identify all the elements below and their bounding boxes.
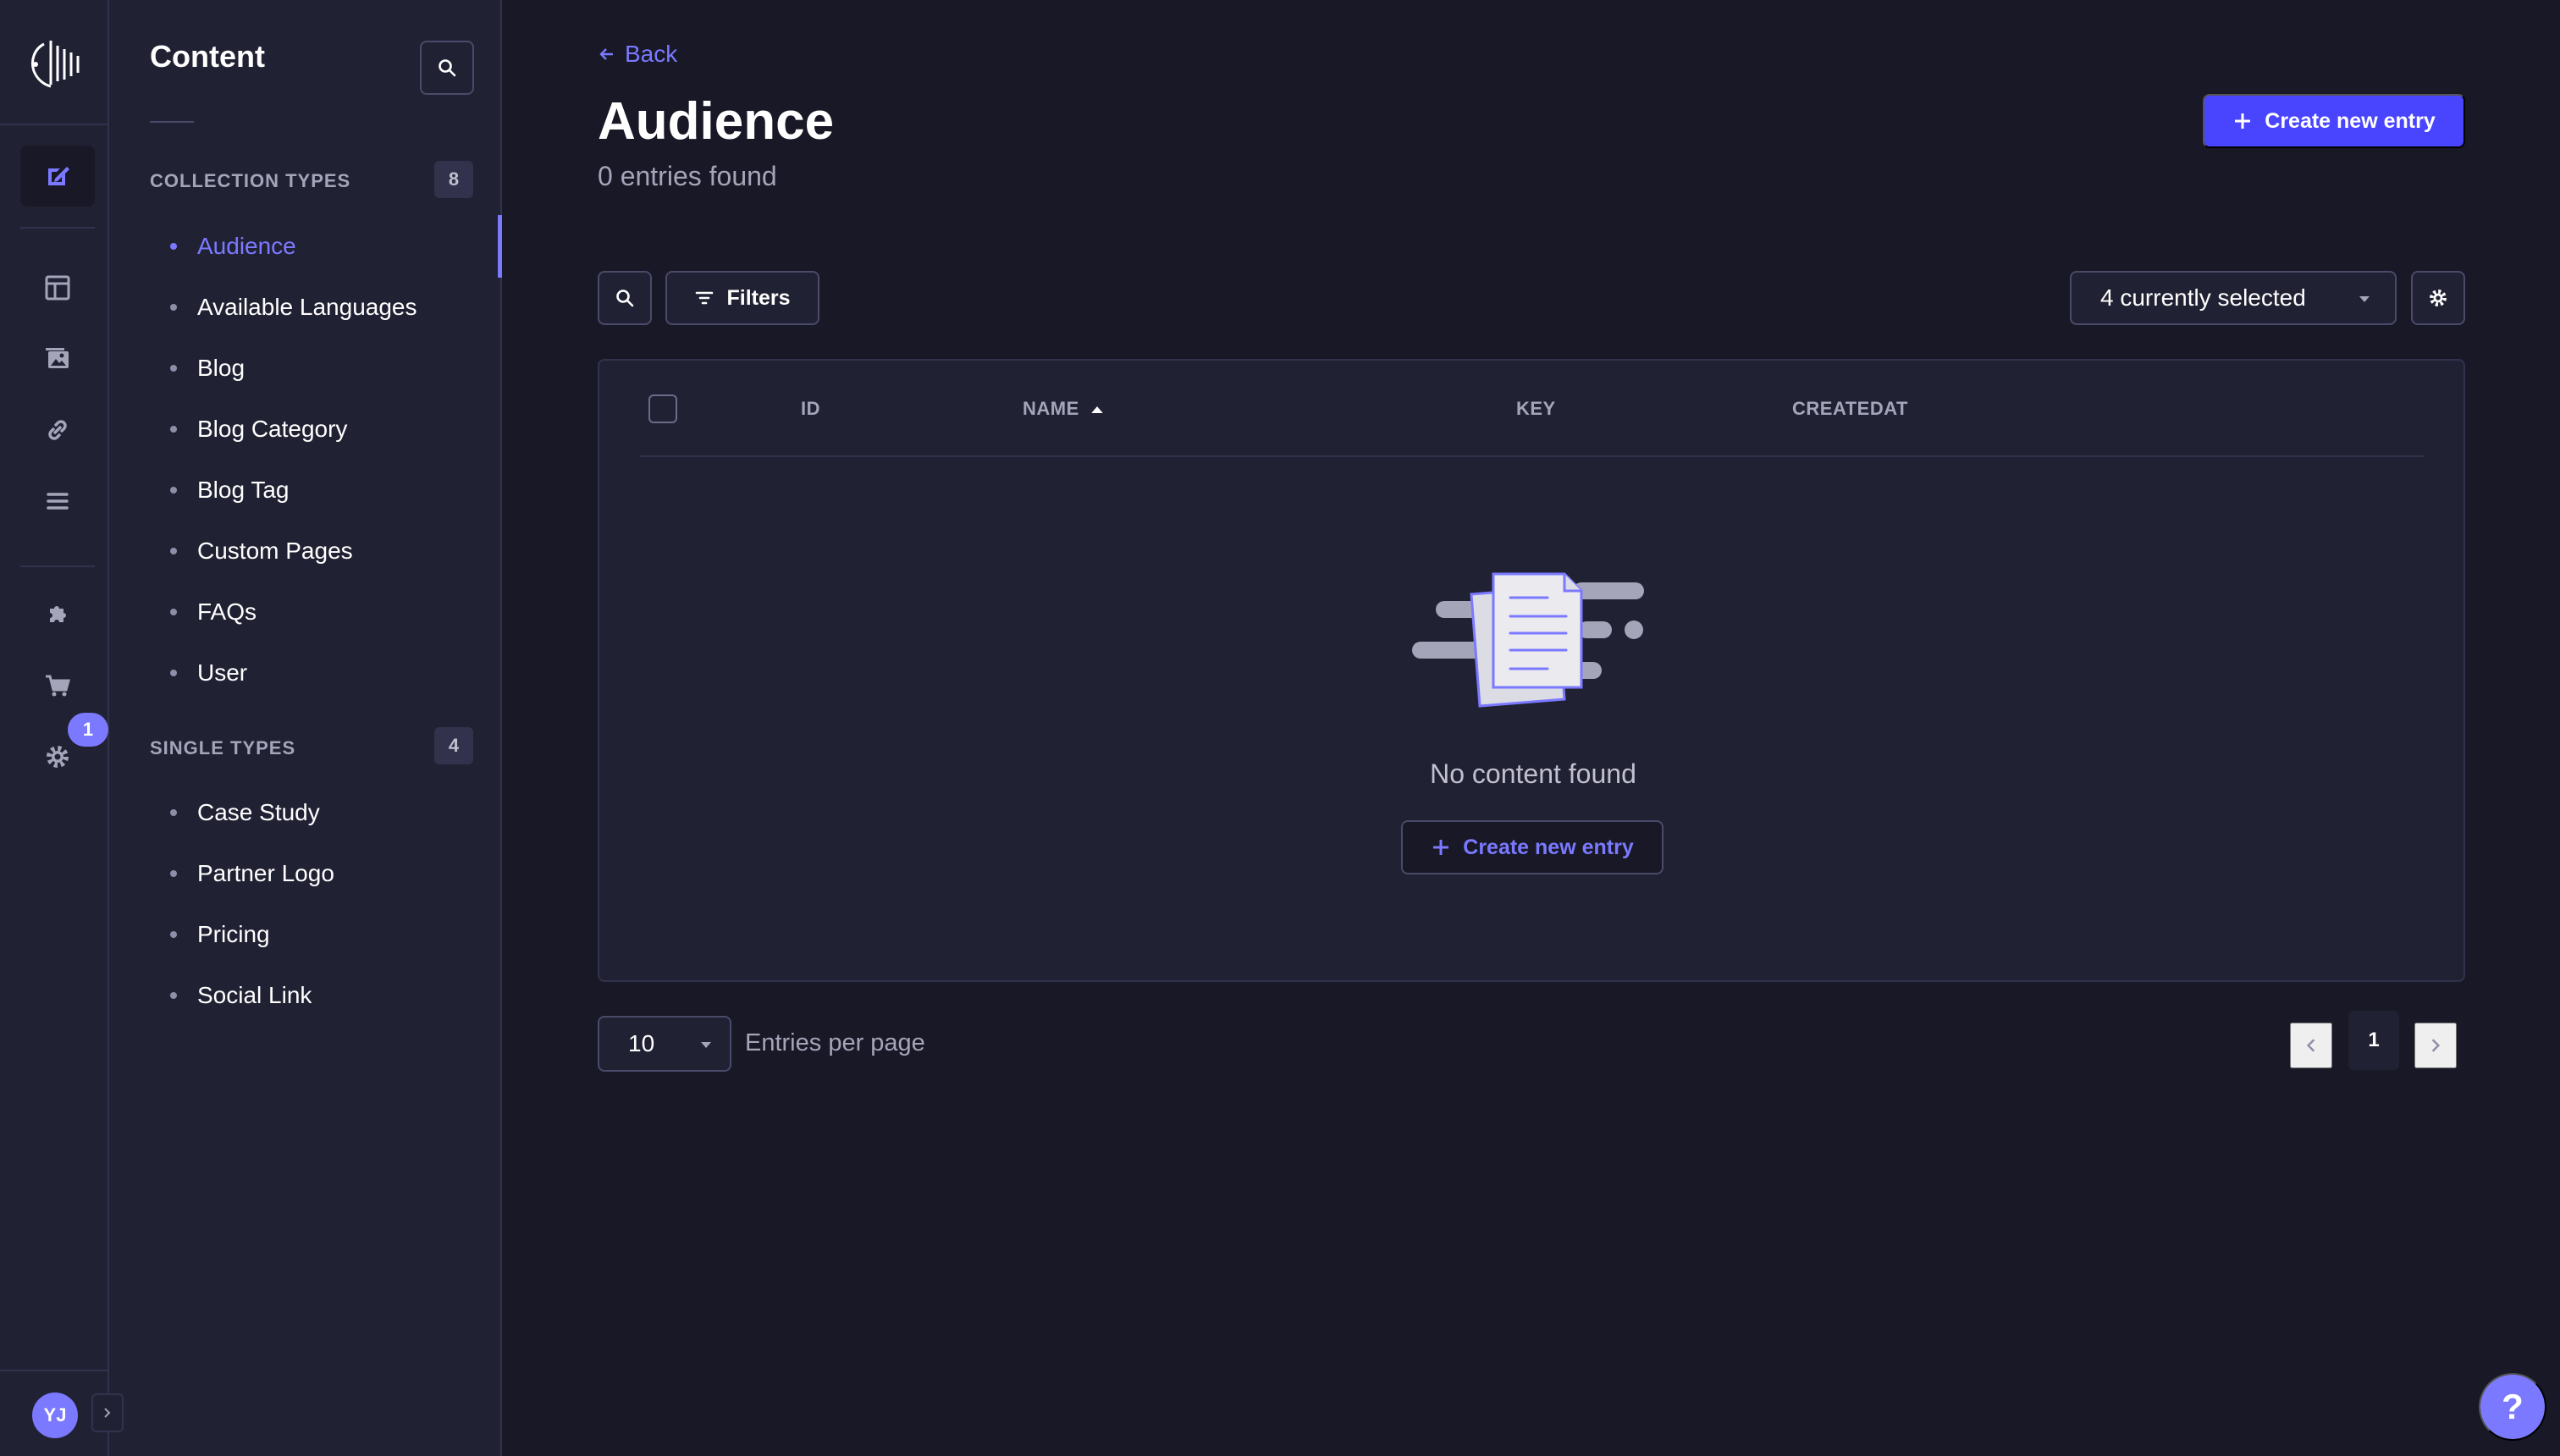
collection-types-count: 8 [434, 161, 473, 198]
column-header-name[interactable]: NAME [1023, 398, 1103, 420]
sidebar-item-available-languages[interactable]: Available Languages [170, 290, 417, 324]
rail-divider [20, 565, 95, 567]
filters-button[interactable]: Filters [665, 271, 819, 325]
next-page-button[interactable] [2414, 1023, 2457, 1068]
chevron-right-icon [2431, 1039, 2441, 1052]
sidebar-search-button[interactable] [420, 41, 474, 95]
settings-notification-badge: 1 [68, 713, 108, 747]
search-icon [439, 59, 456, 77]
sidebar-item-case-study[interactable]: Case Study [170, 796, 320, 830]
column-header-id[interactable]: ID [801, 398, 820, 420]
marketplace-icon[interactable] [20, 655, 95, 716]
select-all-checkbox[interactable] [648, 394, 677, 423]
column-header-createdat[interactable]: CREATEDAT [1792, 398, 1908, 420]
single-types-count: 4 [434, 727, 473, 764]
content-sidebar: Content COLLECTION TYPES 8 Audience Avai… [109, 0, 502, 1456]
strapi-logo-icon[interactable] [25, 32, 85, 91]
sidebar-item-blog-tag[interactable]: Blog Tag [170, 473, 289, 507]
sidebar-item-faqs[interactable]: FAQs [170, 595, 257, 629]
displayed-columns-select[interactable]: 4 currently selected [2070, 271, 2397, 325]
page-title: Audience [598, 92, 835, 151]
active-item-indicator [498, 215, 502, 278]
search-button[interactable] [598, 271, 652, 325]
chevron-right-icon [104, 1408, 111, 1418]
rail-divider [0, 1370, 109, 1371]
list-icon[interactable] [20, 471, 95, 532]
main-nav-rail: 1 YJ [0, 0, 124, 1456]
plugins-icon[interactable] [20, 584, 95, 645]
current-page-button[interactable]: 1 [2348, 1011, 2399, 1070]
help-button[interactable]: ? [2479, 1373, 2546, 1441]
sort-ascending-icon [1091, 405, 1103, 413]
filter-icon [696, 291, 714, 305]
create-new-entry-button[interactable]: Create new entry [2203, 94, 2465, 148]
caret-down-icon [701, 1042, 711, 1048]
search-icon [616, 290, 634, 307]
sidebar-title: Content [150, 39, 265, 74]
previous-page-button[interactable] [2290, 1023, 2332, 1068]
content-type-builder-icon[interactable] [20, 257, 95, 318]
sidebar-item-blog[interactable]: Blog [170, 351, 245, 385]
plus-icon [1433, 840, 1449, 855]
column-header-key[interactable]: KEY [1516, 398, 1556, 420]
content-manager-icon[interactable] [20, 146, 95, 207]
media-library-icon[interactable] [20, 328, 95, 389]
list-settings-button[interactable] [2411, 271, 2465, 325]
entries-count: 0 entries found [598, 161, 777, 191]
sidebar-item-partner-logo[interactable]: Partner Logo [170, 857, 334, 891]
sidebar-item-custom-pages[interactable]: Custom Pages [170, 534, 353, 568]
back-link[interactable]: Back [598, 41, 677, 68]
link-icon[interactable] [20, 400, 95, 461]
collapse-nav-button[interactable] [91, 1393, 124, 1432]
rail-divider [20, 227, 95, 229]
caret-down-icon [2359, 296, 2370, 302]
entries-table: ID NAME KEY CREATEDAT No content found C… [598, 359, 2465, 982]
rail-divider [0, 124, 109, 125]
empty-state-create-entry-button[interactable]: Create new entry [1401, 820, 1663, 874]
sidebar-item-blog-category[interactable]: Blog Category [170, 412, 347, 446]
single-types-heading: SINGLE TYPES [150, 737, 296, 758]
plus-icon [2235, 113, 2251, 129]
collection-types-heading: COLLECTION TYPES [150, 170, 351, 191]
gear-icon [2430, 290, 2447, 306]
sidebar-item-pricing[interactable]: Pricing [170, 918, 270, 951]
empty-documents-icon [1412, 572, 1644, 708]
chevron-left-icon [2306, 1039, 2315, 1052]
sidebar-item-audience[interactable]: Audience [170, 229, 296, 263]
user-avatar[interactable]: YJ [32, 1393, 78, 1438]
page-size-label: Entries per page [745, 1029, 925, 1056]
sidebar-item-social-link[interactable]: Social Link [170, 979, 312, 1012]
sidebar-item-user[interactable]: User [170, 656, 247, 690]
table-header-divider [640, 455, 2425, 457]
sidebar-divider [150, 121, 194, 123]
empty-state-text: No content found [1430, 758, 1636, 789]
arrow-left-icon [599, 48, 613, 60]
page-size-select[interactable]: 10 [598, 1016, 731, 1072]
